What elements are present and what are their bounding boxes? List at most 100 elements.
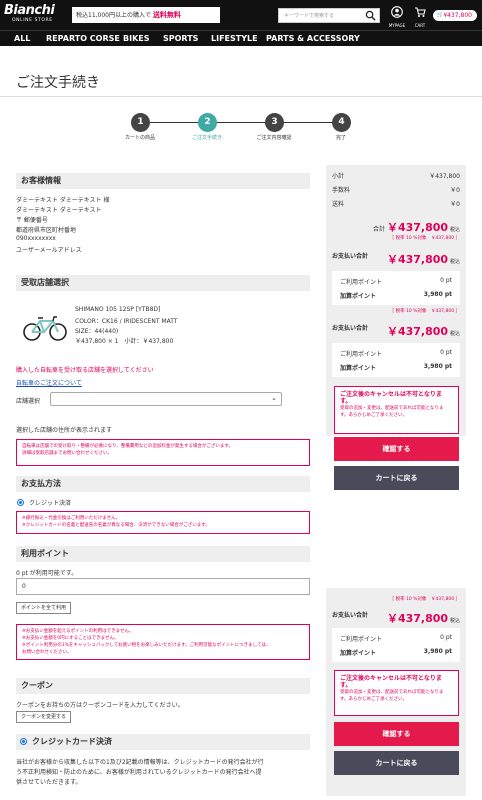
points-box-3: ご利用ポイント 0 pt 加算ポイント 3,980 pt bbox=[332, 628, 460, 662]
user-icon bbox=[391, 6, 403, 18]
earn-points-row-2: 加算ポイント 3,980 pt bbox=[340, 363, 452, 372]
cancel-warning-text-4: す。あらかじめご了承ください。 bbox=[340, 697, 408, 702]
product-color: COLOR：CK16 / IRIDESCENT MATT bbox=[75, 318, 178, 325]
credit-card-radio[interactable] bbox=[20, 738, 27, 745]
promo-text: 税込11,000円以上の購入で bbox=[76, 12, 151, 19]
nav-reparto-corse[interactable]: REPARTO CORSE bbox=[46, 34, 120, 43]
customer-email: ユーザーメールアドレス bbox=[16, 247, 82, 254]
use-all-points-button[interactable]: ポイントを全て利用 bbox=[16, 602, 72, 614]
cancel-warning-text-1: 受取の追加・変更は、配送前であれば可能となりま bbox=[340, 406, 444, 411]
pay-total-row-2: お支払い合計 ￥437,800 税込 bbox=[332, 323, 460, 338]
subtotal-value: ￥437,800 bbox=[429, 173, 460, 180]
back-to-cart-button[interactable]: カートに戻る bbox=[334, 466, 459, 490]
logo-subtitle: ONLINE STORE bbox=[12, 18, 53, 23]
pay-tax-suffix-2: 税込 bbox=[449, 331, 460, 337]
bike-order-info-link[interactable]: 自転車のご注文について bbox=[16, 378, 82, 387]
top-header: Bianchi ONLINE STORE 税込11,000円以上の購入で 送料無… bbox=[0, 0, 482, 30]
credit-option-label: クレジット決済 bbox=[29, 500, 72, 507]
confirm-button-2[interactable]: 確認する bbox=[334, 722, 459, 746]
nav-sports[interactable]: SPORTS bbox=[163, 34, 198, 43]
cart-label: CART bbox=[414, 23, 426, 28]
coupon-heading: クーポン bbox=[16, 678, 310, 694]
mypage-button[interactable]: MYPAGE bbox=[388, 3, 406, 28]
use-points-row: ご利用ポイント 0 pt bbox=[340, 277, 452, 286]
credit-radio[interactable] bbox=[17, 499, 24, 506]
customer-address: 都道府県市区町村番地 bbox=[16, 227, 77, 234]
cart-button[interactable]: CART bbox=[411, 3, 429, 28]
cart-total-badge[interactable]: 🛒 ¥437,800 bbox=[433, 10, 477, 21]
points-box-2: ご利用ポイント 0 pt 加算ポイント 3,980 pt bbox=[332, 343, 460, 377]
use-points-label-3: ご利用ポイント bbox=[340, 636, 383, 643]
title-divider bbox=[0, 96, 482, 97]
use-points-label-2: ご利用ポイント bbox=[340, 351, 383, 358]
pay-total-value-3: ￥437,800 bbox=[386, 612, 449, 625]
points-box-1: ご利用ポイント 0 pt 加算ポイント 3,980 pt bbox=[332, 271, 460, 305]
earn-points-label-3: 加算ポイント bbox=[340, 650, 377, 657]
credit-text-3: 供させていただきます。 bbox=[16, 779, 82, 786]
nav-all[interactable]: ALL bbox=[14, 34, 30, 43]
customer-info-heading: お客様情報 bbox=[16, 173, 310, 189]
pay-total-value: ￥437,800 bbox=[386, 253, 449, 266]
coupon-text: クーポンをお持ちの方はクーポンコードを入力してください。 bbox=[16, 702, 184, 709]
cart-small-icon: 🛒 bbox=[437, 12, 444, 18]
total-row: 合計 ￥437,800 税込 bbox=[332, 219, 460, 235]
nav-bikes[interactable]: BIKES bbox=[123, 34, 150, 43]
mypage-label: MYPAGE bbox=[388, 23, 406, 28]
chevron-down-icon: ⌄ bbox=[271, 394, 277, 402]
earn-points-label-2: 加算ポイント bbox=[340, 365, 377, 372]
subtotal-row: 小計 ￥437,800 bbox=[332, 171, 460, 180]
use-points-row-3: ご利用ポイント 0 pt bbox=[340, 634, 452, 643]
free-shipping-banner[interactable]: 税込11,000円以上の購入で 送料無料 bbox=[72, 7, 220, 23]
cart-total-value: ¥437,800 bbox=[443, 12, 472, 19]
customer-name: ダミーテキスト ダミーテキスト 様 bbox=[16, 197, 110, 204]
step-2-label: ご注文手続き bbox=[191, 135, 222, 141]
points-input[interactable]: 0 bbox=[16, 578, 310, 595]
pay-total-label-3: お支払い合計 bbox=[332, 612, 369, 619]
cancel-warning-box-2: ご注文後のキャンセルは不可となります。 受取の追加・変更は、配送前であれば可能と… bbox=[334, 670, 459, 716]
points-warning-4: お問い合わせください。 bbox=[22, 650, 72, 655]
steps-connector bbox=[148, 122, 336, 123]
total-tax-suffix: 税込 bbox=[449, 227, 460, 233]
step-4-label: 完了 bbox=[335, 135, 346, 141]
bianchi-logo[interactable]: Bianchi bbox=[4, 3, 55, 18]
bike-product-image bbox=[23, 316, 67, 341]
store-notice: 購入した自転車を受け取る店舗を選択してください bbox=[16, 367, 154, 374]
pay-total-label: お支払い合計 bbox=[332, 253, 369, 260]
credit-card-heading: クレジットカード決済 bbox=[16, 734, 310, 750]
step-3-circle: 3 bbox=[265, 113, 284, 132]
pay-total-label-2: お支払い合計 bbox=[332, 325, 369, 332]
points-warning-box: ※お支払い金額を超えるポイントの利用はできません。 ※お支払い金額を0円にするこ… bbox=[16, 624, 310, 660]
use-points-value: 0 pt bbox=[440, 277, 452, 284]
main-nav: ALL REPARTO CORSE BIKES SPORTS LIFESTYLE… bbox=[0, 30, 482, 46]
search-placeholder: キーワードで検索する bbox=[284, 13, 335, 19]
tax-note-2: ［ 税率 10 %対象 ￥437,800 ］ bbox=[389, 309, 460, 314]
shipping-value: ￥0 bbox=[450, 201, 460, 208]
product-size: SIZE：44(440) bbox=[75, 328, 119, 335]
tax-note-1: ［ 税率 10 %対象 ￥437,800 ］ bbox=[389, 236, 460, 241]
page-title: ご注文手続き bbox=[16, 75, 100, 91]
nav-lifestyle[interactable]: LIFESTYLE bbox=[211, 34, 258, 43]
cancel-warning-text-2: す。あらかじめご了承ください。 bbox=[340, 413, 408, 418]
payment-warning-1: ※銀行振込・代金引換はご利用いただけません。 bbox=[22, 516, 121, 521]
points-warning-3: ※ポイント利用分の1%をキャッシュバックしてお買い物をお楽しみいただけます。ご利… bbox=[22, 643, 271, 648]
store-selection-heading: 受取店舗選択 bbox=[16, 275, 310, 291]
payment-warning-2: ※クレジットカードの名義と配送先の名義が異なる場合、決済ができない場合がございま… bbox=[22, 523, 210, 528]
pay-total-value-2: ￥437,800 bbox=[386, 325, 449, 338]
back-to-cart-button-2[interactable]: カートに戻る bbox=[334, 751, 459, 775]
store-select-dropdown[interactable]: ⌄ bbox=[50, 392, 282, 406]
pay-tax-suffix-3: 税込 bbox=[449, 618, 460, 624]
fee-value: ￥0 bbox=[450, 187, 460, 194]
pay-tax-suffix: 税込 bbox=[449, 259, 460, 265]
step-2-circle: 2 bbox=[198, 113, 217, 132]
shipping-row: 送料 ￥0 bbox=[332, 199, 460, 208]
shipping-label: 送料 bbox=[332, 201, 345, 208]
confirm-button[interactable]: 確認する bbox=[334, 437, 459, 461]
cancel-warning-title: ご注文後のキャンセルは不可となります。 bbox=[340, 391, 442, 405]
search-input[interactable]: キーワードで検索する bbox=[278, 8, 380, 23]
earn-points-label: 加算ポイント bbox=[340, 293, 377, 300]
nav-parts-accessory[interactable]: PARTS & ACCESSORY bbox=[266, 34, 360, 43]
change-coupon-button[interactable]: クーポンを変更する bbox=[16, 711, 72, 723]
search-icon[interactable] bbox=[365, 10, 376, 21]
store-address-placeholder: 選択した店舗の住所が表示されます bbox=[16, 427, 113, 434]
store-warning-1: 自転車は店舗での受け取り・整備が必要になり、整備費用などの追加料金が発生する場合… bbox=[22, 444, 233, 449]
